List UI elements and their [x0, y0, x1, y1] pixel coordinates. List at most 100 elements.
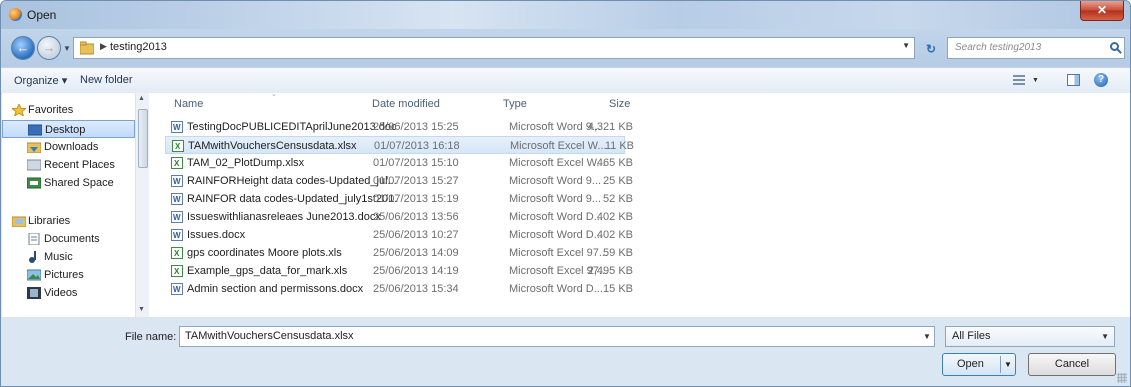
nav-item-documents[interactable]: Documents	[2, 230, 135, 248]
views-dropdown-icon[interactable]: ▼	[1032, 77, 1039, 84]
word-file-icon	[171, 191, 183, 209]
cancel-button[interactable]: Cancel	[1028, 353, 1116, 376]
file-date-modified: 01/07/2013 15:19	[373, 193, 459, 205]
refresh-icon[interactable]: ↻	[926, 42, 936, 56]
nav-item-recent-places[interactable]: Recent Places	[2, 156, 135, 174]
nav-item-label: Shared Space	[44, 177, 114, 189]
nav-item-shared-space[interactable]: Shared Space	[2, 174, 135, 192]
window-title: Open	[27, 8, 57, 22]
file-row[interactable]: Issueswithlianasreleaes June2013.docx25/…	[165, 208, 633, 227]
nav-item-music[interactable]: Music	[2, 248, 135, 266]
column-header-date[interactable]: Date modified	[372, 98, 440, 110]
file-row[interactable]: TestingDocPUBLICEDITAprilJune2013.doc25/…	[165, 118, 633, 137]
new-folder-button[interactable]: New folder	[80, 74, 133, 86]
file-type-dropdown-icon[interactable]: ▼	[1101, 327, 1109, 346]
file-date-modified: 25/06/2013 10:27	[373, 229, 459, 241]
change-view-icon[interactable]	[1013, 74, 1029, 86]
documents-icon	[28, 233, 40, 245]
nav-libraries-label: Libraries	[28, 215, 71, 227]
address-bar[interactable]: ▶ testing2013 ▼	[73, 37, 915, 59]
nav-item-label: Downloads	[44, 141, 99, 153]
file-row[interactable]: RAINFORHeight data codes-Updated_jul...0…	[165, 172, 633, 191]
file-size: 11 KB	[604, 140, 634, 152]
file-size: 465 KB	[596, 157, 633, 169]
open-button-divider	[1000, 356, 1001, 373]
close-button[interactable]: ✕	[1080, 1, 1124, 21]
title-bar[interactable]: Open ✕	[1, 1, 1130, 29]
open-dialog: Open ✕ ← → ▼ ▶ testing2013 ▼ ↻ Organize …	[0, 0, 1131, 387]
nav-item-videos[interactable]: Videos	[2, 284, 135, 302]
app-icon	[9, 8, 22, 21]
file-row[interactable]: gps coordinates Moore plots.xls 25/06/201…	[165, 244, 633, 263]
nav-item-desktop[interactable]: Desktop	[2, 120, 135, 138]
file-row[interactable]: TAM_02_PlotDump.xlsx01/07/2013 15:10Micr…	[165, 154, 633, 173]
nav-item-label: Pictures	[44, 269, 84, 281]
nav-scroll-thumb[interactable]	[138, 109, 148, 168]
music-icon	[29, 251, 36, 263]
address-dropdown-icon[interactable]: ▼	[902, 41, 910, 50]
command-bar: Organize ▾ New folder ▼ ?	[1, 67, 1130, 94]
excel-file-icon	[171, 245, 183, 263]
file-size: 15 KB	[603, 283, 633, 295]
breadcrumb-arrow-icon[interactable]: ▶	[100, 41, 107, 52]
nav-favorites[interactable]: Favorites	[2, 101, 135, 119]
open-button-label: Open	[957, 358, 984, 370]
libraries-icon	[12, 216, 26, 227]
file-size: 4,321 KB	[587, 121, 633, 133]
file-type-select[interactable]: All Files ▼	[945, 326, 1115, 347]
nav-item-pictures[interactable]: Pictures	[2, 266, 135, 284]
word-file-icon	[171, 119, 183, 137]
file-name: TAM_02_PlotDump.xlsx	[187, 157, 305, 169]
sort-caret-icon: ⌄	[271, 91, 277, 98]
search-input[interactable]	[953, 41, 1107, 54]
nav-item-label: Desktop	[45, 124, 86, 136]
organize-button[interactable]: Organize ▾	[14, 74, 67, 87]
file-name: Admin section and permissons.docx	[187, 283, 364, 295]
file-row[interactable]: Example_gps_data_for_mark.xls 25/06/2013 …	[165, 262, 633, 281]
forward-button[interactable]: →	[37, 36, 61, 60]
breadcrumb[interactable]: testing2013	[110, 41, 167, 53]
open-button[interactable]: Open ▼	[942, 353, 1016, 376]
nav-libraries[interactable]: Libraries	[2, 212, 135, 230]
history-dropdown-icon[interactable]: ▼	[63, 44, 71, 53]
help-icon[interactable]: ?	[1094, 73, 1108, 87]
file-row[interactable]: TAMwithVouchersCensusdata.xlsx 01/07/2013…	[165, 136, 634, 156]
nav-item-label: Videos	[44, 287, 78, 299]
file-size: 52 KB	[603, 193, 633, 205]
file-name-dropdown-icon[interactable]: ▼	[923, 332, 931, 341]
file-size: 59 KB	[603, 247, 633, 259]
back-button[interactable]: ←	[11, 36, 35, 60]
address-row: ← → ▼ ▶ testing2013 ▼ ↻	[1, 31, 1130, 65]
file-date-modified: 25/06/2013 13:56	[373, 211, 459, 223]
nav-favorites-label: Favorites	[28, 104, 74, 116]
scroll-down-icon[interactable]: ▼	[138, 306, 145, 313]
resize-grip-icon[interactable]	[1117, 373, 1127, 383]
file-name: Issues.docx	[187, 229, 246, 241]
file-row[interactable]: Admin section and permissons.docx 25/06/2…	[165, 280, 633, 299]
file-row[interactable]: RAINFOR data codes-Updated_july1st201...…	[165, 190, 633, 209]
recent-places-icon	[27, 159, 41, 171]
search-box[interactable]	[947, 37, 1125, 59]
file-name: TAMwithVouchersCensusdata.xlsx	[188, 140, 357, 152]
file-size: 2,495 KB	[587, 265, 633, 277]
file-row[interactable]: Issues.docx25/06/2013 10:27Microsoft Wor…	[165, 226, 633, 245]
word-file-icon	[171, 209, 183, 227]
preview-pane-icon[interactable]	[1067, 74, 1080, 86]
scroll-up-icon[interactable]: ▲	[138, 95, 145, 102]
star-icon	[12, 104, 26, 116]
column-header-size[interactable]: Size	[609, 98, 630, 110]
nav-item-downloads[interactable]: Downloads	[2, 138, 135, 156]
excel-file-icon	[171, 263, 183, 281]
word-file-icon	[171, 173, 183, 191]
file-size: 402 KB	[596, 211, 633, 223]
nav-item-label: Documents	[44, 233, 100, 245]
column-header-name[interactable]: Name	[174, 98, 203, 110]
open-dropdown-icon[interactable]: ▼	[1004, 354, 1012, 375]
file-name: RAINFORHeight data codes-Updated_jul...	[187, 175, 397, 187]
file-size: 402 KB	[596, 229, 633, 241]
search-icon[interactable]	[1110, 42, 1119, 51]
file-date-modified: 01/07/2013 15:27	[373, 175, 459, 187]
file-name-input[interactable]: TAMwithVouchersCensusdata.xlsx	[179, 326, 935, 347]
nav-item-label: Recent Places	[44, 159, 115, 171]
column-header-type[interactable]: Type	[503, 98, 527, 110]
